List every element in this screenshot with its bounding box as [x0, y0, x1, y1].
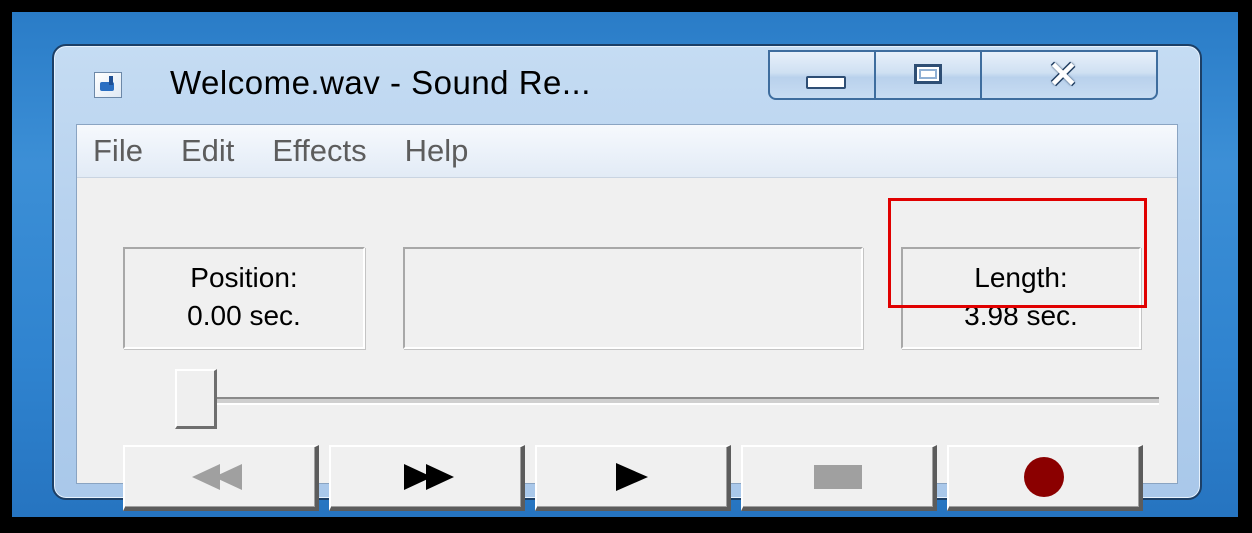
- minimize-button[interactable]: [768, 50, 876, 100]
- stop-icon: [814, 465, 862, 489]
- client-area: File Edit Effects Help Position: 0.00 se…: [76, 124, 1178, 511]
- caption-buttons: ✕: [768, 50, 1158, 102]
- position-display: Position: 0.00 sec.: [123, 247, 365, 349]
- play-button[interactable]: [535, 445, 731, 511]
- rewind-icon: [192, 464, 242, 490]
- position-label: Position:: [190, 262, 298, 293]
- length-value: 3.98 sec.: [964, 300, 1078, 331]
- seek-to-end-button[interactable]: [329, 445, 525, 511]
- minimize-icon: [806, 76, 846, 89]
- waveform-display: [403, 247, 863, 349]
- seek-to-start-button[interactable]: [123, 445, 319, 511]
- seek-track[interactable]: [207, 397, 1159, 405]
- menu-help[interactable]: Help: [405, 133, 469, 169]
- close-icon: ✕: [1048, 54, 1079, 95]
- length-display: Length: 3.98 sec.: [901, 247, 1141, 349]
- transport-controls: [123, 445, 1143, 511]
- menu-file[interactable]: File: [93, 133, 143, 169]
- stop-button[interactable]: [741, 445, 937, 511]
- position-value: 0.00 sec.: [187, 300, 301, 331]
- title-bar[interactable]: Welcome.wav - Sound Re... ✕: [54, 46, 1200, 124]
- sound-recorder-window: Welcome.wav - Sound Re... ✕ File Edit Ef…: [52, 44, 1202, 511]
- length-label: Length:: [974, 262, 1068, 293]
- maximize-icon: [914, 64, 942, 84]
- fast-forward-icon: [404, 464, 454, 490]
- record-button[interactable]: [947, 445, 1143, 511]
- sound-recorder-app-icon[interactable]: [94, 72, 122, 98]
- menu-edit[interactable]: Edit: [181, 133, 234, 169]
- close-button[interactable]: ✕: [980, 50, 1158, 100]
- maximize-button[interactable]: [874, 50, 982, 100]
- play-icon: [616, 463, 648, 491]
- record-icon: [1024, 457, 1064, 497]
- seek-slider-thumb[interactable]: [175, 369, 217, 429]
- menu-bar: File Edit Effects Help: [77, 125, 1177, 178]
- menu-effects[interactable]: Effects: [272, 133, 366, 169]
- window-title: Welcome.wav - Sound Re...: [170, 64, 591, 101]
